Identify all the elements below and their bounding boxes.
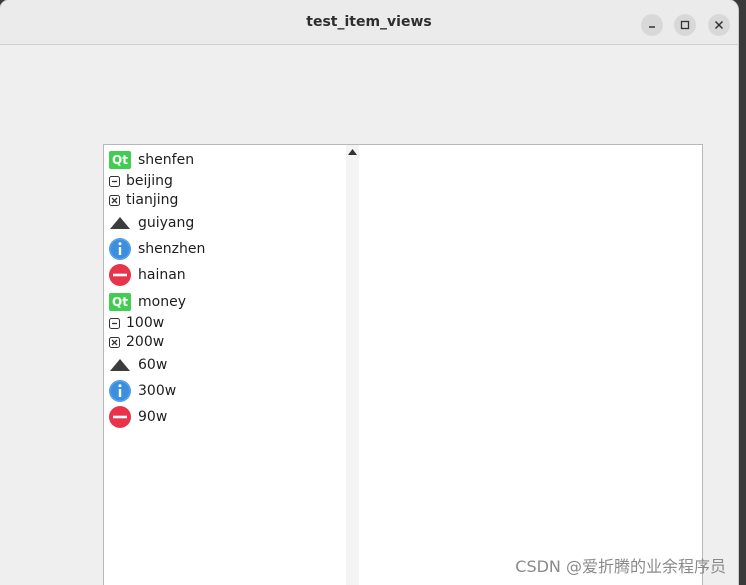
list-item[interactable]: 90w <box>108 405 167 429</box>
up-triangle-icon <box>108 211 132 235</box>
list-item[interactable]: tianjing <box>108 192 178 208</box>
info-icon <box>108 237 132 261</box>
maximize-icon <box>680 20 690 30</box>
item-label: shenzhen <box>138 241 206 257</box>
item-label: guiyang <box>138 215 195 231</box>
list-item[interactable]: 300w <box>108 379 176 403</box>
list-item[interactable]: hainan <box>108 263 186 287</box>
item-label: tianjing <box>126 192 179 208</box>
qt-badge: Qt <box>109 151 131 169</box>
client-area: Qt shenfen beijing tianjing guiyang shen… <box>0 45 738 585</box>
tree-view[interactable]: Qt shenfen beijing tianjing guiyang shen… <box>103 144 348 585</box>
list-item[interactable]: guiyang <box>108 211 194 235</box>
x-box-icon <box>109 194 120 206</box>
no-entry-icon <box>108 405 132 429</box>
item-label: 60w <box>138 357 168 373</box>
scroll-up-arrow-icon[interactable] <box>348 149 357 155</box>
list-item[interactable]: 100w <box>108 315 164 331</box>
info-icon <box>108 379 132 403</box>
minus-box-icon <box>109 175 120 187</box>
no-entry-icon <box>108 263 132 287</box>
item-label: 300w <box>138 383 177 399</box>
window-title: test_item_views <box>306 14 432 30</box>
watermark: CSDN @爱折腾的业余程序员 <box>515 557 726 576</box>
qt-logo-icon: Qt <box>108 290 132 314</box>
item-label: 100w <box>126 315 165 331</box>
list-item[interactable]: Qt shenfen <box>108 148 194 172</box>
list-item[interactable]: Qt money <box>108 290 186 314</box>
close-button[interactable] <box>708 14 730 36</box>
list-item[interactable]: 60w <box>108 353 167 377</box>
item-label: hainan <box>138 267 186 283</box>
qt-badge: Qt <box>109 293 131 311</box>
item-label: beijing <box>126 173 173 189</box>
close-icon <box>714 20 724 30</box>
app-window: test_item_views Qt shenfen beijing tianj… <box>0 0 738 585</box>
maximize-button[interactable] <box>674 14 696 36</box>
qt-logo-icon: Qt <box>108 148 132 172</box>
list-item[interactable]: shenzhen <box>108 237 205 261</box>
list-item[interactable]: 200w <box>108 334 164 350</box>
x-box-icon <box>109 336 120 348</box>
item-label: 200w <box>126 334 165 350</box>
title-bar: test_item_views <box>0 0 738 45</box>
item-label: money <box>138 294 186 310</box>
list-item[interactable]: beijing <box>108 173 173 189</box>
item-label: shenfen <box>138 152 195 168</box>
minus-box-icon <box>109 317 120 329</box>
minimize-icon <box>649 26 655 28</box>
up-triangle-icon <box>108 353 132 377</box>
item-label: 90w <box>138 409 168 425</box>
content-panel[interactable] <box>359 144 703 585</box>
vertical-scrollbar[interactable] <box>346 144 360 585</box>
minimize-button[interactable] <box>641 14 663 36</box>
